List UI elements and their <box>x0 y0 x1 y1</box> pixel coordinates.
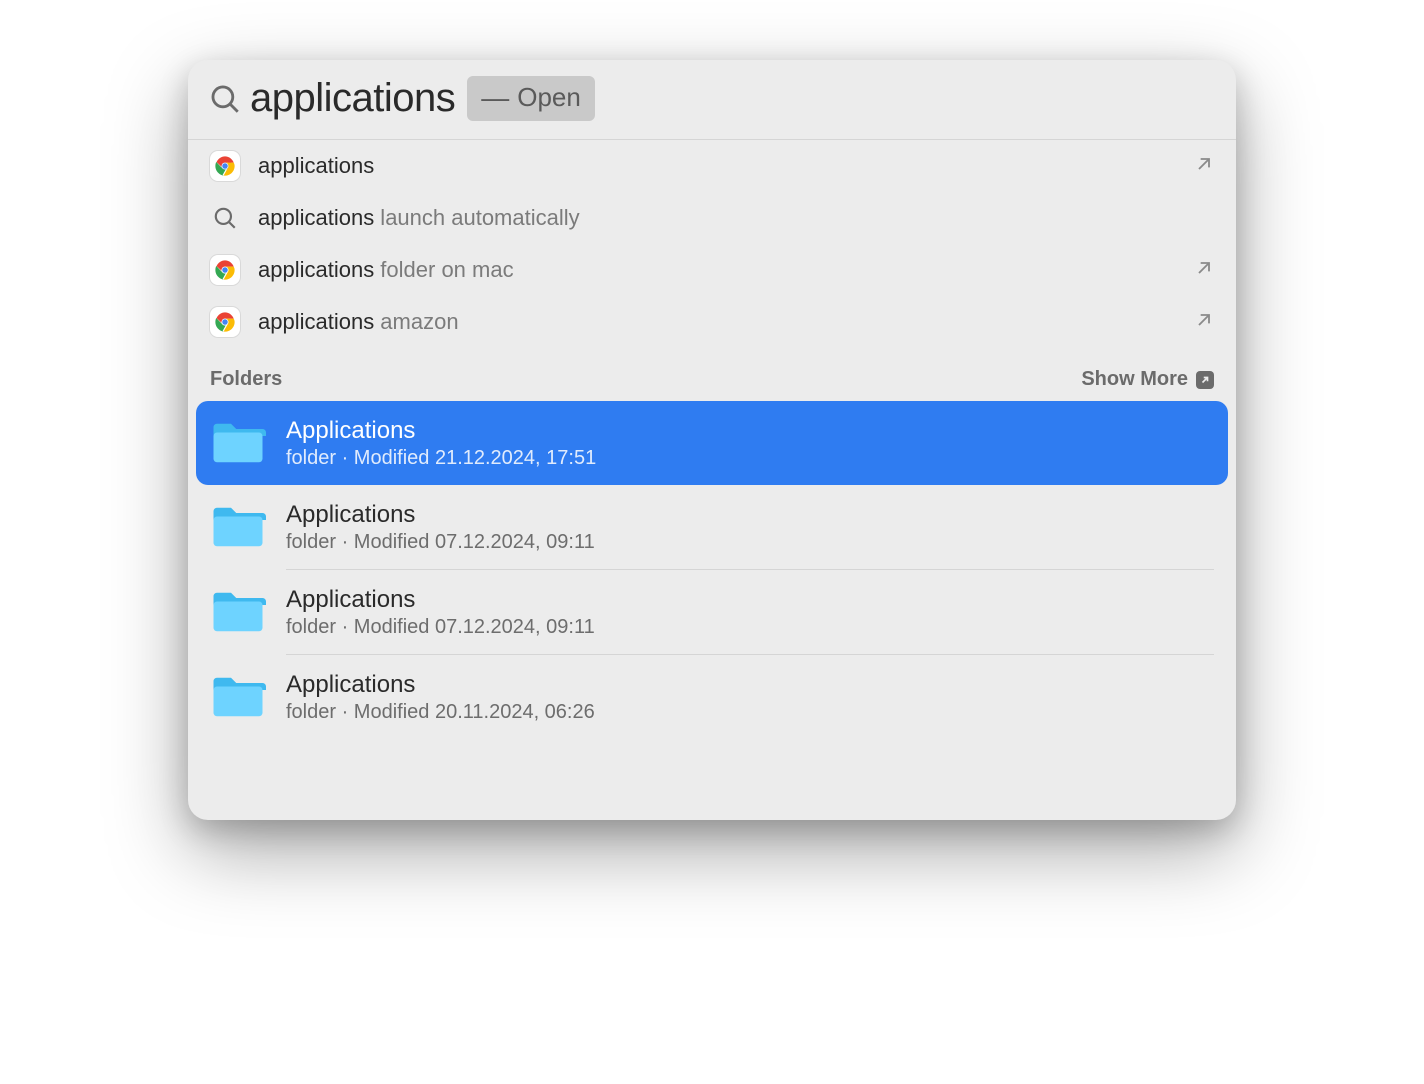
search-icon <box>210 203 240 233</box>
search-hint-chip: — Open <box>467 76 595 121</box>
folder-meta: folder · Modified 21.12.2024, 17:51 <box>286 447 596 470</box>
hint-action: Open <box>517 82 581 113</box>
folder-result[interactable]: Applications folder · Modified 20.11.202… <box>188 655 1236 739</box>
folder-result[interactable]: Applications folder · Modified 07.12.202… <box>188 570 1236 654</box>
show-more-button[interactable]: Show More <box>1081 368 1214 391</box>
expand-icon <box>1196 371 1214 389</box>
folder-icon <box>210 499 266 555</box>
suggestion-text: applications folder on mac <box>258 257 1176 283</box>
spotlight-window: applications — Open <box>188 60 1236 820</box>
folder-result[interactable]: Applications folder · Modified 07.12.202… <box>188 485 1236 569</box>
search-icon <box>210 84 240 114</box>
folder-name: Applications <box>286 417 596 445</box>
folder-meta: folder · Modified 07.12.2024, 09:11 <box>286 616 595 639</box>
folder-meta: folder · Modified 20.11.2024, 06:26 <box>286 701 595 724</box>
open-external-icon <box>1194 154 1214 179</box>
search-row: applications — Open <box>188 60 1236 140</box>
chrome-icon <box>210 255 240 285</box>
folder-meta: folder · Modified 07.12.2024, 09:11 <box>286 531 595 554</box>
hint-dash: — <box>481 84 509 112</box>
open-external-icon <box>1194 310 1214 335</box>
results-area: applications applications launch automat… <box>188 140 1236 820</box>
folder-icon <box>210 415 266 471</box>
folder-name: Applications <box>286 501 595 529</box>
suggestion-row[interactable]: applications <box>188 140 1236 192</box>
suggestion-text: applications <box>258 153 1176 179</box>
chrome-icon <box>210 307 240 337</box>
suggestion-row[interactable]: applications folder on mac <box>188 244 1236 296</box>
open-external-icon <box>1194 258 1214 283</box>
section-header: Folders Show More <box>188 348 1236 401</box>
folder-result-selected[interactable]: Applications folder · Modified 21.12.202… <box>196 401 1228 485</box>
chrome-icon <box>210 151 240 181</box>
suggestion-row[interactable]: applications amazon <box>188 296 1236 348</box>
folder-name: Applications <box>286 586 595 614</box>
folder-name: Applications <box>286 671 595 699</box>
suggestion-text: applications launch automatically <box>258 205 1214 231</box>
section-title: Folders <box>210 368 282 391</box>
search-query[interactable]: applications <box>250 76 455 121</box>
folder-icon <box>210 669 266 725</box>
folder-icon <box>210 584 266 640</box>
suggestion-row[interactable]: applications launch automatically <box>188 192 1236 244</box>
suggestion-text: applications amazon <box>258 309 1176 335</box>
